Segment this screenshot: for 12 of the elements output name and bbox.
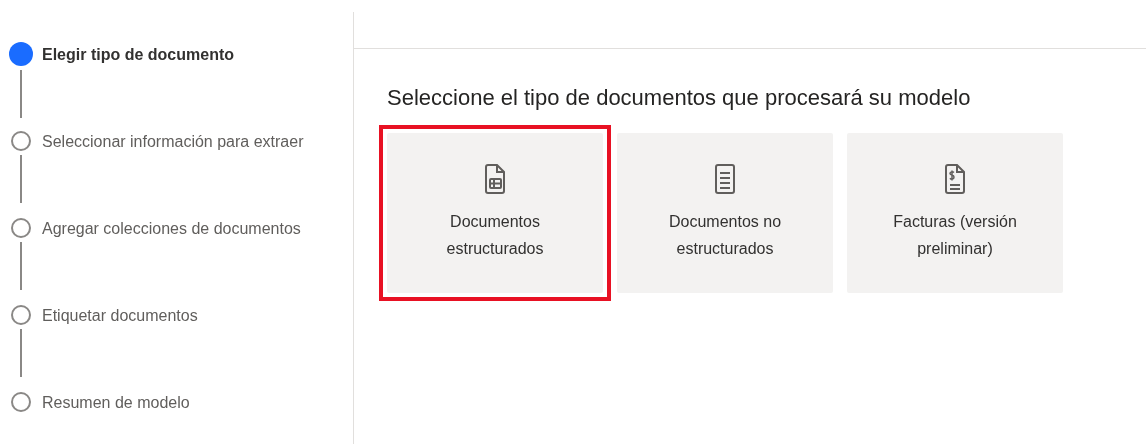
page-heading: Seleccione el tipo de documentos que procesará su modelo: [387, 85, 972, 111]
document-icon: [714, 164, 736, 194]
document-type-card[interactable]: Documentos estructurados: [387, 133, 603, 293]
invoice-icon: [944, 164, 966, 194]
step-label[interactable]: Etiquetar documentos: [42, 303, 353, 390]
step-label[interactable]: Elegir tipo de documento: [42, 42, 353, 129]
table-document-icon: [484, 164, 506, 194]
step-label[interactable]: Agregar colecciones de documentos: [42, 216, 353, 303]
step-label[interactable]: Resumen de modelo: [42, 390, 353, 444]
document-type-card[interactable]: Documentos no estructurados: [617, 133, 833, 293]
document-type-card[interactable]: Facturas (versión preliminar): [847, 133, 1063, 293]
step-label[interactable]: Seleccionar información para extraer: [42, 129, 353, 216]
